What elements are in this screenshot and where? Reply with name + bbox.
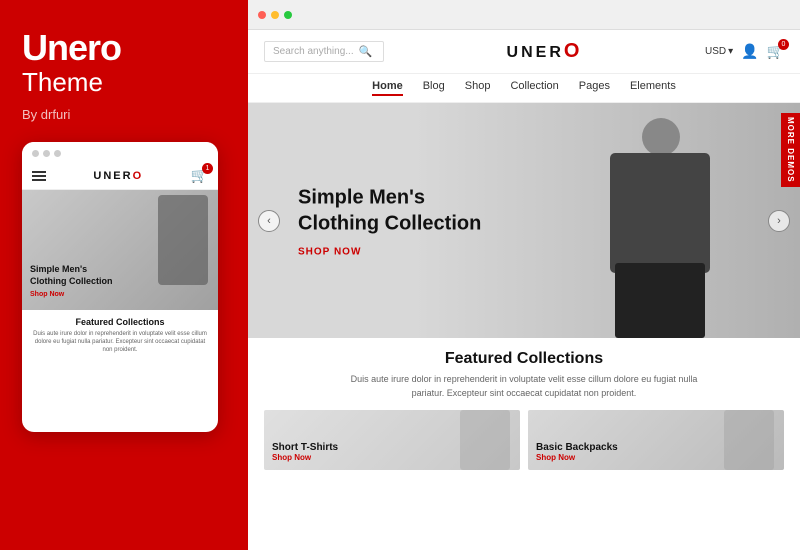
brand-author: By drfuri (22, 107, 226, 122)
mobile-featured-desc: Duis aute irure dolor in reprehenderit i… (22, 330, 218, 355)
featured-card-1: Basic Backpacks Shop Now (528, 410, 784, 470)
featured-card-figure-1 (724, 410, 774, 470)
brand-theme: Theme (22, 68, 226, 97)
hero-person-silhouette (520, 103, 760, 338)
mobile-cart[interactable]: 🛒 1 (191, 167, 208, 185)
nav-home[interactable]: Home (372, 80, 403, 96)
header-right: USD ▾ 👤 🛒 0 (705, 43, 784, 61)
hero-title: Simple Men's Clothing Collection (298, 184, 498, 236)
featured-card-content-0: Short T-Shirts Shop Now (272, 442, 338, 462)
mobile-cart-badge: 1 (202, 163, 213, 174)
featured-card-0: Short T-Shirts Shop Now (264, 410, 520, 470)
mobile-hero: Simple Men's Clothing Collection Shop No… (22, 190, 218, 310)
site-logo: UNERO (507, 40, 583, 63)
more-demos-button[interactable]: MORE DEMOS (781, 113, 800, 187)
featured-description: Duis aute irure dolor in reprehenderit i… (334, 373, 714, 400)
featured-card-figure-0 (460, 410, 510, 470)
mobile-featured-title: Featured Collections (22, 310, 218, 330)
chevron-down-icon: ▾ (728, 46, 733, 57)
search-icon[interactable]: 🔍 (359, 45, 373, 58)
hamburger-icon[interactable] (32, 171, 46, 181)
featured-title: Featured Collections (264, 350, 784, 368)
cart-badge: 0 (778, 39, 789, 50)
mobile-dot-1 (32, 150, 39, 157)
featured-card-title-1: Basic Backpacks (536, 442, 618, 453)
currency-label: USD (705, 46, 726, 57)
featured-card-content-1: Basic Backpacks Shop Now (536, 442, 618, 462)
search-bar[interactable]: Search anything... 🔍 (264, 41, 384, 62)
featured-section: Featured Collections Duis aute irure dol… (248, 338, 800, 478)
mobile-dot-2 (43, 150, 50, 157)
nav-blog[interactable]: Blog (423, 80, 445, 96)
hero-prev-arrow[interactable]: ‹ (258, 210, 280, 232)
nav-collection[interactable]: Collection (510, 80, 558, 96)
mobile-hero-text: Simple Men's Clothing Collection Shop No… (30, 264, 120, 297)
site-header: Search anything... 🔍 UNERO USD ▾ 👤 🛒 0 (248, 30, 800, 74)
browser-content: Search anything... 🔍 UNERO USD ▾ 👤 🛒 0 H (248, 30, 800, 550)
left-panel: Unero Theme By drfuri UNERO 🛒 1 (0, 0, 248, 550)
browser-dot-maximize[interactable] (284, 11, 292, 19)
search-placeholder: Search anything... (273, 46, 354, 57)
mobile-logo: UNERO (93, 170, 143, 182)
browser-chrome (248, 0, 800, 30)
mobile-nav: UNERO 🛒 1 (22, 163, 218, 190)
hero-next-arrow[interactable]: › (768, 210, 790, 232)
mobile-shop-now-link[interactable]: Shop Now (30, 291, 120, 298)
nav-elements[interactable]: Elements (630, 80, 676, 96)
mobile-window-dots (22, 142, 218, 163)
hero-section: Simple Men's Clothing Collection Shop No… (248, 103, 800, 338)
cart-wrapper[interactable]: 🛒 0 (767, 43, 784, 61)
featured-card-title-0: Short T-Shirts (272, 442, 338, 453)
nav-pages[interactable]: Pages (579, 80, 610, 96)
featured-card-link-0[interactable]: Shop Now (272, 453, 338, 462)
browser-dot-minimize[interactable] (271, 11, 279, 19)
mobile-hero-title: Simple Men's Clothing Collection (30, 264, 120, 287)
mobile-logo-dot: O (133, 170, 144, 182)
person-head (642, 118, 680, 156)
featured-grid: Short T-Shirts Shop Now Basic Backpacks … (264, 410, 784, 470)
user-icon[interactable]: 👤 (741, 43, 758, 60)
hero-shop-now[interactable]: Shop Now (298, 246, 498, 257)
brand-name: Unero (22, 30, 226, 66)
person-legs (615, 263, 705, 338)
nav-shop[interactable]: Shop (465, 80, 491, 96)
browser-dot-close[interactable] (258, 11, 266, 19)
person-body (610, 153, 710, 273)
mobile-mockup: UNERO 🛒 1 Simple Men's Clothing Collecti… (22, 142, 218, 432)
mobile-hero-figure (158, 195, 208, 285)
mobile-dot-3 (54, 150, 61, 157)
currency-selector[interactable]: USD ▾ (705, 46, 733, 57)
browser-mockup: Search anything... 🔍 UNERO USD ▾ 👤 🛒 0 H (248, 0, 800, 550)
featured-card-link-1[interactable]: Shop Now (536, 453, 618, 462)
hero-content: Simple Men's Clothing Collection Shop No… (298, 184, 498, 257)
site-nav: Home Blog Shop Collection Pages Elements (248, 74, 800, 103)
logo-dot: O (564, 40, 583, 62)
